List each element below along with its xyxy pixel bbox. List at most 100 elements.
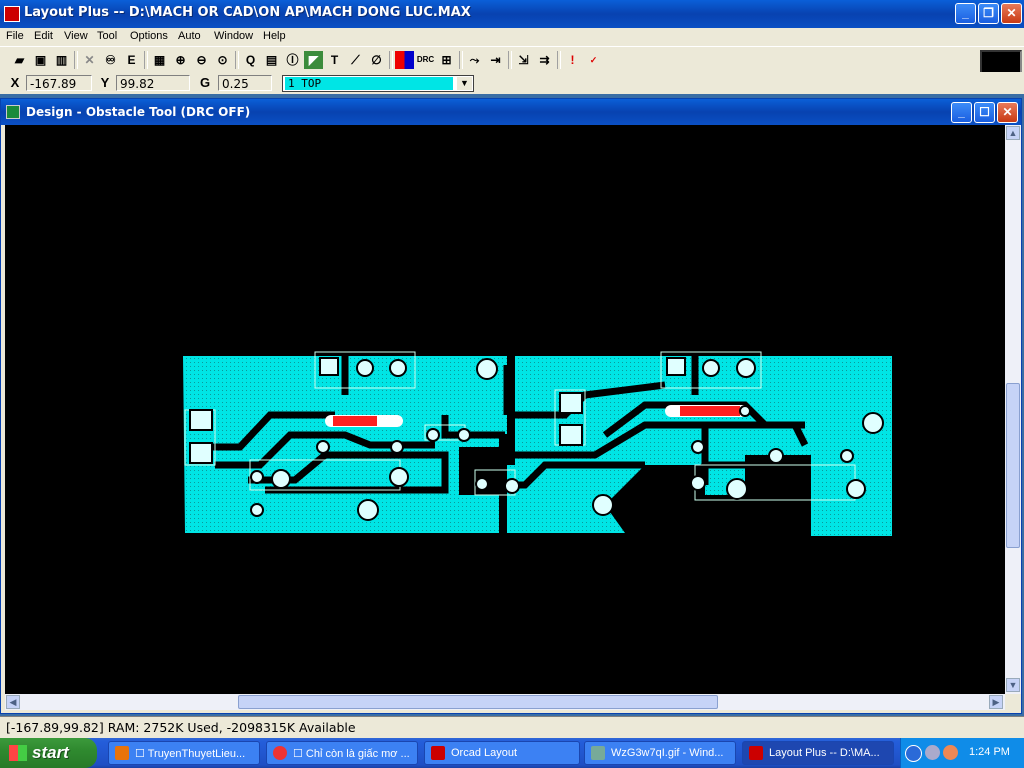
- menu-window[interactable]: Window: [214, 30, 253, 42]
- tray-expand-icon[interactable]: [905, 745, 922, 762]
- toolbar-separator: [389, 51, 393, 69]
- horizontal-scrollbar[interactable]: ◀ ▶: [5, 694, 1005, 710]
- horizontal-scroll-thumb[interactable]: [238, 695, 718, 709]
- menu-file[interactable]: File: [6, 30, 24, 42]
- taskbar-item-label: Orcad Layout: [451, 747, 518, 759]
- scroll-up-icon[interactable]: ▲: [1006, 126, 1020, 140]
- vertical-scrollbar[interactable]: ▲ ▼: [1005, 125, 1021, 694]
- drc-check-icon[interactable]: ✓: [584, 51, 603, 69]
- design-window-title-bar: Design - Obstacle Tool (DRC OFF) _ ☐ ✕: [1, 99, 1021, 125]
- app-title: Layout Plus -- D:\MACH OR CAD\ON AP\MACH…: [24, 5, 471, 20]
- y-label: Y: [100, 75, 110, 90]
- save-icon[interactable]: ▣: [31, 51, 50, 69]
- x-label: X: [10, 75, 20, 90]
- obstacle-tool-icon[interactable]: ◤: [304, 51, 323, 69]
- open-icon[interactable]: ▰: [10, 51, 29, 69]
- y-coordinate: 99.82: [116, 75, 190, 91]
- zoom-out-icon[interactable]: ⊖: [192, 51, 211, 69]
- color-settings-icon[interactable]: [395, 51, 414, 69]
- error-tool-icon[interactable]: ∅: [367, 51, 386, 69]
- taskbar-item-chrome[interactable]: ☐ Chỉ còn là giấc mơ ...: [266, 741, 418, 765]
- firefox-icon: [115, 746, 129, 760]
- text-tool-icon[interactable]: T: [325, 51, 344, 69]
- taskbar-item-orcad[interactable]: Orcad Layout: [424, 741, 580, 765]
- connection-tool-icon[interactable]: ⟋: [346, 51, 365, 69]
- vertical-scroll-thumb[interactable]: [1006, 383, 1020, 548]
- menu-bar: File Edit View Tool Options Auto Window …: [0, 28, 1024, 46]
- refresh-icon[interactable]: ⇲: [514, 51, 533, 69]
- online-drc-icon[interactable]: !: [563, 51, 582, 69]
- design-window-icon[interactable]: [6, 105, 20, 119]
- windows-logo-icon: [9, 745, 27, 761]
- design-window: Design - Obstacle Tool (DRC OFF) _ ☐ ✕ ▲…: [0, 98, 1022, 714]
- scroll-right-icon[interactable]: ▶: [989, 695, 1003, 709]
- pin-tool-icon[interactable]: Ⓘ: [283, 51, 302, 69]
- clock[interactable]: 1:24 PM: [969, 746, 1010, 758]
- tray-app-icon[interactable]: [943, 745, 958, 760]
- taskbar-item-layout-plus[interactable]: Layout Plus -- D:\MA...: [742, 741, 894, 765]
- menu-options[interactable]: Options: [130, 30, 168, 42]
- menu-help[interactable]: Help: [263, 30, 286, 42]
- edit-mode-icon[interactable]: E: [122, 51, 141, 69]
- restore-button[interactable]: ❐: [978, 3, 999, 24]
- taskbar-item-firefox[interactable]: ☐ TruyenThuyetLieu...: [108, 741, 260, 765]
- toolbar-separator: [74, 51, 78, 69]
- clean-design-icon[interactable]: ⇉: [535, 51, 554, 69]
- chevron-down-icon[interactable]: ▼: [457, 77, 472, 90]
- taskbar: start ☐ TruyenThuyetLieu... ☐ Chỉ còn là…: [0, 738, 1024, 768]
- toolbar: ▰ ▣ ▥ ✕ ♾ E ▦ ⊕ ⊖ ⊙ Q ▤ Ⓘ ◤ T ⟋ ∅ DRC ⊞ …: [0, 46, 1024, 73]
- layer-value: 1 TOP: [285, 77, 453, 90]
- toolbar-separator: [508, 51, 512, 69]
- x-coordinate: -167.89: [26, 75, 92, 91]
- taskbar-item-label: ☐ Chỉ còn là giấc mơ ...: [293, 748, 410, 760]
- zoom-all-icon[interactable]: ⊙: [213, 51, 232, 69]
- menu-auto[interactable]: Auto: [178, 30, 201, 42]
- grid-value: 0.25: [218, 75, 272, 91]
- start-button[interactable]: start: [0, 738, 97, 768]
- child-maximize-button[interactable]: ☐: [974, 102, 995, 123]
- binoculars-icon[interactable]: ♾: [101, 51, 120, 69]
- shove-icon[interactable]: ⇥: [486, 51, 505, 69]
- image-viewer-icon: [591, 746, 605, 760]
- layout-plus-icon: [749, 746, 763, 760]
- spreadsheet-icon[interactable]: ▦: [150, 51, 169, 69]
- zoom-in-icon[interactable]: ⊕: [171, 51, 190, 69]
- highlighted-trace-left: [333, 416, 377, 426]
- grid-label: G: [199, 75, 211, 90]
- toolbar-separator: [459, 51, 463, 69]
- highlighted-trace-right: [680, 406, 740, 416]
- chrome-icon: [273, 746, 287, 760]
- child-minimize-button[interactable]: _: [951, 102, 972, 123]
- layout-app-icon[interactable]: [4, 6, 20, 22]
- scroll-left-icon[interactable]: ◀: [6, 695, 20, 709]
- component-tool-icon[interactable]: ▤: [262, 51, 281, 69]
- auto-route-icon[interactable]: ⤳: [465, 51, 484, 69]
- toolbar-separator: [235, 51, 239, 69]
- pcb-canvas[interactable]: [5, 125, 1005, 694]
- minimize-button[interactable]: _: [955, 3, 976, 24]
- reports-icon[interactable]: ▥: [52, 51, 71, 69]
- query-icon[interactable]: Q: [241, 51, 260, 69]
- menu-edit[interactable]: Edit: [34, 30, 53, 42]
- system-tray: 1:24 PM: [900, 738, 1024, 768]
- delete-icon[interactable]: ✕: [80, 51, 99, 69]
- app-title-bar: Layout Plus -- D:\MACH OR CAD\ON AP\MACH…: [0, 0, 1024, 28]
- close-button[interactable]: ✕: [1001, 3, 1022, 24]
- menu-tool[interactable]: Tool: [97, 30, 117, 42]
- taskbar-item-label: Layout Plus -- D:\MA...: [769, 747, 880, 759]
- menu-view[interactable]: View: [64, 30, 88, 42]
- status-bar: [-167.89,99.82] RAM: 2752K Used, -209831…: [0, 716, 1024, 739]
- orcad-icon: [431, 746, 445, 760]
- scroll-down-icon[interactable]: ▼: [1006, 678, 1020, 692]
- coordinate-bar: X -167.89 Y 99.82 G 0.25 1 TOP ▼: [0, 72, 1024, 94]
- tray-network-icon[interactable]: [925, 745, 940, 760]
- start-label: start: [32, 743, 69, 762]
- drc-box-icon[interactable]: DRC: [416, 51, 435, 69]
- taskbar-item-image-viewer[interactable]: WzG3w7qI.gif - Wind...: [584, 741, 736, 765]
- reconnect-icon[interactable]: ⊞: [437, 51, 456, 69]
- toolbar-separator: [144, 51, 148, 69]
- design-window-title: Design - Obstacle Tool (DRC OFF): [26, 105, 251, 119]
- status-text: [-167.89,99.82] RAM: 2752K Used, -209831…: [6, 720, 356, 735]
- child-close-button[interactable]: ✕: [997, 102, 1018, 123]
- layer-dropdown[interactable]: 1 TOP ▼: [282, 75, 474, 92]
